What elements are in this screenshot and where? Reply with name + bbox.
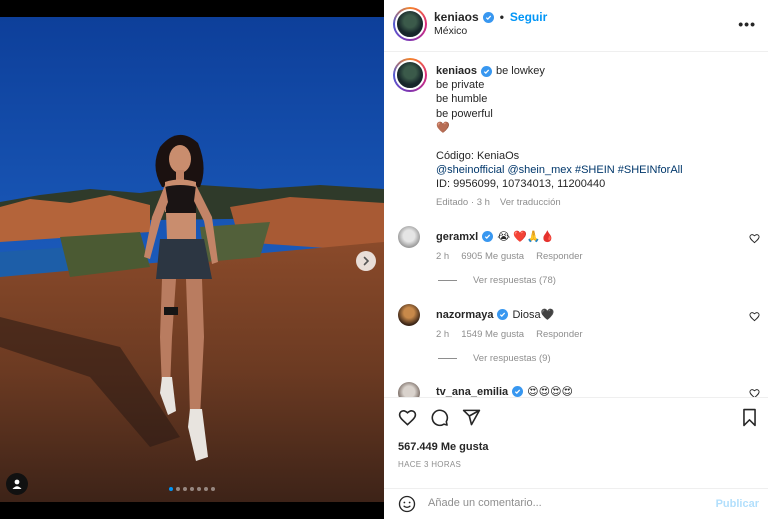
caption-line: be lowkey [495,65,545,77]
carousel-dot [169,487,173,491]
replies-divider [438,358,457,359]
add-comment-bar: Publicar [384,488,768,519]
heart-icon[interactable] [749,311,760,322]
commenter-username[interactable]: tv_ana_emilia [436,386,508,398]
carousel-dot [190,487,194,491]
view-replies-label: Ver respuestas (9) [473,353,551,364]
comment-icon[interactable] [430,408,449,427]
caption-line: be humble [436,93,488,106]
comment-body: Diosa🖤 [512,309,555,321]
caption-tags-line: @sheinofficial @shein_mex #SHEIN #SHEINf… [436,163,746,177]
mention-link[interactable]: @shein_mex [508,164,572,176]
comment-item: nazormaya Diosa🖤 2 h 1549 Me gusta Respo… [384,291,768,369]
comment-item: tv_ana_emilia 😍😍😍😍 [384,369,768,397]
verified-badge-icon [482,231,494,242]
comment-time[interactable]: 2 h [436,329,449,340]
comment-likes[interactable]: 1549 Me gusta [461,329,524,340]
commenter-avatar[interactable] [398,304,420,326]
comment-meta: 2 h 6905 Me gusta Responder [436,251,583,262]
comment-body: 😭 ❤️🙏🩸 [497,231,555,243]
carousel-dot [176,487,180,491]
view-replies-button[interactable]: Ver respuestas (78) [438,275,556,286]
share-icon[interactable] [462,408,481,427]
caption-text: keniaos be lowkey be private be humble b… [436,64,746,210]
author-avatar[interactable] [393,7,427,41]
edited-label: Editado [436,196,469,208]
comment-text-line: tv_ana_emilia 😍😍😍😍 [436,385,573,397]
caption-avatar[interactable] [393,58,427,92]
comment-input[interactable] [428,497,678,509]
post-side-panel: keniaos • Seguir México ••• keniaos be l… [384,0,768,519]
post-header: keniaos • Seguir México ••• [384,0,768,52]
mention-link[interactable]: @sheinofficial [436,164,504,176]
commenter-avatar[interactable] [398,226,420,248]
heart-icon[interactable] [398,408,417,427]
follow-button[interactable]: Seguir [510,10,547,24]
commenter-username[interactable]: geramxl [436,231,478,243]
caption-ids: ID: 9956099, 10734013, 11200440 [436,178,606,191]
view-replies-label: Ver respuestas (78) [473,275,556,286]
author-username[interactable]: keniaos [434,10,479,24]
reply-button[interactable]: Responder [536,251,582,262]
emoji-icon[interactable] [398,495,416,513]
verified-badge-icon [480,65,492,77]
hashtag-link[interactable]: #SHEIN [575,164,615,176]
post-photo [0,17,384,502]
replies-divider [438,280,457,281]
carousel-dot [204,487,208,491]
carousel-dot [211,487,215,491]
more-options-icon[interactable]: ••• [738,16,756,32]
post-location[interactable]: México [434,25,467,37]
likes-count[interactable]: 567.449 Me gusta [398,441,489,453]
publish-button[interactable]: Publicar [716,498,759,510]
comment-body: 😍😍😍😍 [527,386,574,397]
view-replies-button[interactable]: Ver respuestas (9) [438,353,551,364]
carousel-dot [183,487,187,491]
comment-text-line: nazormaya Diosa🖤 [436,308,555,322]
commenter-avatar[interactable] [398,382,420,397]
comment-item: geramxl 😭 ❤️🙏🩸 2 h 6905 Me gusta Respond… [384,213,768,291]
author-line: keniaos • Seguir [434,10,547,24]
chevron-right-icon [363,256,370,266]
commenter-username[interactable]: nazormaya [436,309,493,321]
verified-badge-icon [512,386,524,397]
tagged-users-button[interactable] [6,473,28,495]
caption-emoji: 🤎 [436,121,450,134]
caption-username[interactable]: keniaos [436,64,477,78]
comment-time[interactable]: 2 h [436,251,449,262]
comments-list[interactable]: keniaos be lowkey be private be humble b… [384,53,768,397]
caption-line: be private [436,79,485,92]
heart-icon[interactable] [749,233,760,244]
post-media [0,0,384,519]
separator-dot: • [499,10,504,24]
comment-meta: 2 h 1549 Me gusta Responder [436,329,583,340]
next-image-button[interactable] [356,251,376,271]
hashtag-link[interactable]: #SHEINforAll [618,164,683,176]
post-actions: 567.449 Me gusta HACE 3 HORAS [384,397,768,487]
verified-badge-icon [497,309,509,320]
heart-icon[interactable] [749,388,760,397]
verified-badge-icon [482,11,494,23]
instagram-post-modal: keniaos • Seguir México ••• keniaos be l… [0,0,768,519]
caption-time[interactable]: 3 h [477,197,490,208]
post-timestamp[interactable]: HACE 3 HORAS [398,460,461,469]
translate-link[interactable]: Ver traducción [500,196,561,210]
caption-code: Código: KeniaOs [436,150,520,163]
bookmark-icon[interactable] [741,408,758,427]
caption-meta: Editado · 3 h Ver traducción [436,196,746,210]
action-icons [398,408,481,427]
post-caption: keniaos be lowkey be private be humble b… [384,53,768,213]
carousel-indicator [0,487,384,491]
carousel-dot [197,487,201,491]
caption-line: be powerful [436,107,493,120]
comment-likes[interactable]: 6905 Me gusta [461,251,524,262]
comment-text-line: geramxl 😭 ❤️🙏🩸 [436,230,555,244]
reply-button[interactable]: Responder [536,329,582,340]
